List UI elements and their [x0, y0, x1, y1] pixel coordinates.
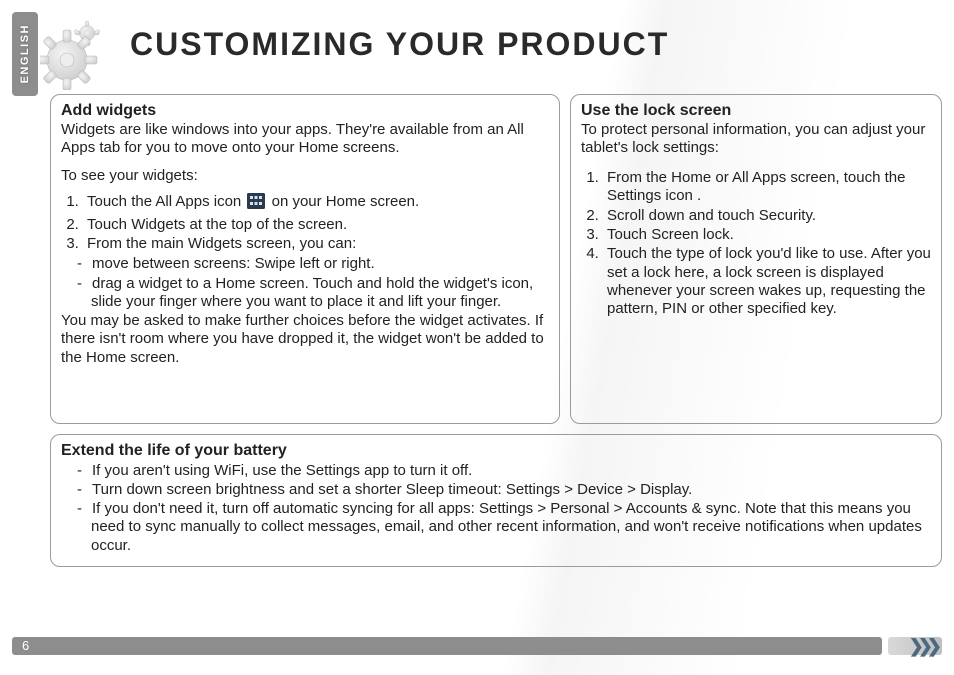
list-item: If you aren't using WiFi, use the Settin… — [67, 462, 931, 480]
list-item: move between screens: Swipe left or righ… — [67, 255, 549, 273]
list-item: From the Home or All Apps screen, touch … — [603, 169, 931, 206]
list-item: If you don't need it, turn off automatic… — [67, 500, 931, 555]
page-title: CUSTOMIZING YOUR PRODUCT — [130, 26, 669, 63]
ordered-list: Touch the All Apps icon — [83, 193, 549, 253]
card-heading: Use the lock screen — [581, 101, 931, 121]
list-item: drag a widget to a Home screen. Touch an… — [67, 275, 549, 312]
page-content: Add widgets Widgets are like windows int… — [50, 94, 942, 567]
card-text: To protect personal information, you can… — [581, 121, 931, 158]
all-apps-icon — [247, 193, 265, 214]
footer-fill — [12, 637, 882, 655]
gears-icon — [40, 12, 118, 90]
card-text: To see your widgets: — [61, 167, 549, 185]
dash-list: If you aren't using WiFi, use the Settin… — [67, 462, 931, 555]
language-tab: ENGLISH — [12, 12, 38, 96]
list-item: Touch Widgets at the top of the screen. — [83, 216, 549, 234]
list-item: From the main Widgets screen, you can: — [83, 235, 549, 253]
card-battery: Extend the life of your battery If you a… — [50, 434, 942, 567]
chevrons-icon: ❯❯❯ — [909, 636, 936, 657]
footer-bar: 6 ❯❯❯ — [12, 637, 942, 655]
language-tab-label: ENGLISH — [19, 24, 31, 83]
list-item: Touch the type of lock you'd like to use… — [603, 245, 931, 318]
page-number: 6 — [22, 637, 30, 655]
list-item: Touch the All Apps icon — [83, 193, 549, 214]
card-heading: Add widgets — [61, 101, 549, 121]
ordered-list: From the Home or All Apps screen, touch … — [603, 169, 931, 318]
list-item: Scroll down and touch Security. — [603, 207, 931, 225]
card-heading: Extend the life of your battery — [61, 441, 931, 461]
card-lock-screen: Use the lock screen To protect personal … — [570, 94, 942, 424]
card-text: You may be asked to make further choices… — [61, 312, 549, 367]
dash-list: move between screens: Swipe left or righ… — [67, 255, 549, 311]
card-add-widgets: Add widgets Widgets are like windows int… — [50, 94, 560, 424]
list-item: Touch Screen lock. — [603, 226, 931, 244]
list-item: Turn down screen brightness and set a sh… — [67, 481, 931, 499]
card-text: Widgets are like windows into your apps.… — [61, 121, 549, 158]
